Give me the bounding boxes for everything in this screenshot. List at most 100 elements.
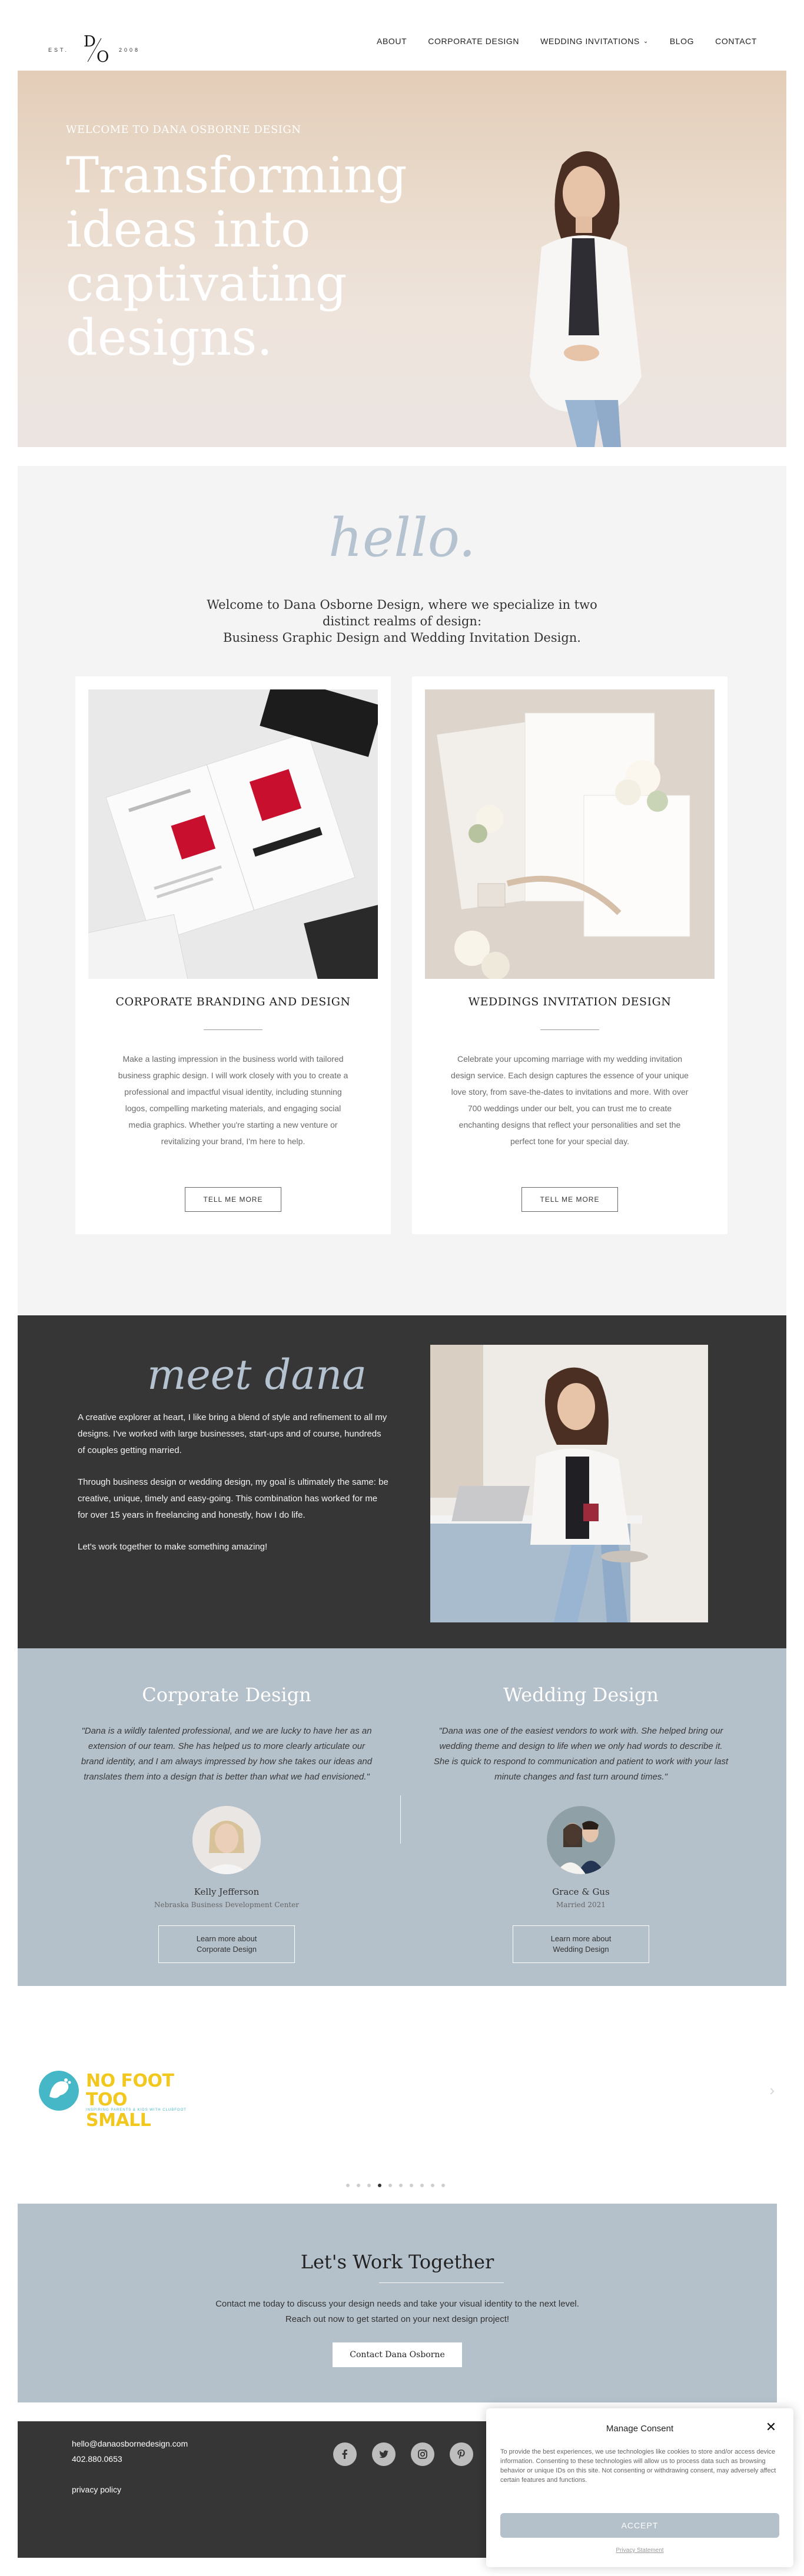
twitter-icon[interactable] xyxy=(372,2442,396,2466)
logo-year: 2008 xyxy=(119,47,141,53)
slider-dot[interactable] xyxy=(399,2184,403,2187)
testimonial-wedding: Wedding Design "Dana was one of the easi… xyxy=(431,1684,731,1963)
meet-dana-paragraph: Through business design or wedding desig… xyxy=(78,1477,388,1520)
cta-divider xyxy=(379,2282,504,2283)
close-icon[interactable]: ✕ xyxy=(764,2420,778,2434)
site-header: EST. D O 2008 ABOUT CORPORATE DESIGN WED… xyxy=(0,0,804,71)
learn-more-corporate-line-1: Learn more about xyxy=(196,1934,257,1943)
learn-more-corporate-line-2: Corporate Design xyxy=(197,1945,257,1954)
testimonial-name-wedding: Grace & Gus xyxy=(552,1887,610,1897)
logo-est: EST. xyxy=(48,47,69,53)
intro-lead: Welcome to Dana Osborne Design, where we… xyxy=(196,596,608,646)
service-card-wedding: WEDDINGS INVITATION DESIGN Celebrate you… xyxy=(412,677,727,1234)
nav-about[interactable]: ABOUT xyxy=(377,36,407,46)
testimonial-divider xyxy=(400,1795,401,1844)
cookie-consent-dialog: Manage Consent ✕ To provide the best exp… xyxy=(486,2408,793,2567)
client-logo-no-foot-too-small[interactable]: NO FOOT TOO SMALL INSPIRING PARENTS & KI… xyxy=(39,2067,192,2131)
cta-text-1: Contact me today to discuss your design … xyxy=(215,2299,579,2309)
learn-more-wedding-button[interactable]: Learn more about Wedding Design xyxy=(513,1925,649,1963)
slider-dot[interactable] xyxy=(410,2184,413,2187)
cta-text-2: Reach out now to get started on your nex… xyxy=(285,2314,510,2324)
corporate-branding-image xyxy=(88,689,378,979)
slider-dot[interactable] xyxy=(346,2184,350,2187)
meet-dana-section: meet dana A creative explorer at heart, … xyxy=(18,1315,786,1648)
intro-lead-line-2: Business Graphic Design and Wedding Invi… xyxy=(223,631,581,645)
service-desc-corporate: Make a lasting impression in the busines… xyxy=(118,1054,348,1146)
wedding-invitation-image xyxy=(425,689,715,979)
slider-dots xyxy=(346,2184,445,2187)
slider-dot[interactable] xyxy=(388,2184,392,2187)
logo-monogram: D O xyxy=(84,33,113,68)
foot-logo-icon xyxy=(39,2071,79,2111)
learn-more-corporate-button[interactable]: Learn more about Corporate Design xyxy=(158,1925,295,1963)
meet-dana-text: A creative explorer at heart, I like bri… xyxy=(78,1409,390,1571)
testimonial-corporate: Corporate Design "Dana is a wildly talen… xyxy=(77,1684,377,1963)
service-desc-wedding: Celebrate your upcoming marriage with my… xyxy=(451,1054,689,1146)
logo-letter-o: O xyxy=(97,48,109,66)
slider-dot[interactable] xyxy=(431,2184,434,2187)
testimonial-heading-corporate: Corporate Design xyxy=(142,1684,311,1706)
cta-heading: Let's Work Together xyxy=(300,2251,494,2273)
nav-wedding-invitations-label: WEDDING INVITATIONS xyxy=(540,36,640,46)
site-logo[interactable]: EST. D O 2008 xyxy=(48,33,148,68)
hero-section: WELCOME TO DANA OSBORNE DESIGN Transform… xyxy=(18,71,786,447)
testimonial-role-corporate: Nebraska Business Development Center xyxy=(154,1901,299,1909)
chevron-down-icon: ⌄ xyxy=(643,38,649,45)
slider-dot[interactable] xyxy=(378,2184,381,2187)
testimonial-heading-wedding: Wedding Design xyxy=(503,1684,659,1706)
social-links xyxy=(333,2442,473,2466)
testimonial-quote-wedding: "Dana was one of the easiest vendors to … xyxy=(433,1726,729,1782)
client-logo-slider: NO FOOT TOO SMALL INSPIRING PARENTS & KI… xyxy=(18,1986,786,2204)
hello-heading: hello. xyxy=(328,507,476,569)
testimonial-role-wedding: Married 2021 xyxy=(556,1901,606,1909)
nav-corporate-design[interactable]: CORPORATE DESIGN xyxy=(428,36,519,46)
intro-section: hello. Welcome to Dana Osborne Design, w… xyxy=(18,466,786,1315)
testimonial-quote-corporate: "Dana is a wildly talented professional,… xyxy=(81,1726,373,1782)
accept-button[interactable]: ACCEPT xyxy=(500,2513,779,2538)
hero-portrait-image xyxy=(530,151,642,447)
service-title-corporate: CORPORATE BRANDING AND DESIGN xyxy=(115,995,351,1008)
service-card-corporate: CORPORATE BRANDING AND DESIGN Make a las… xyxy=(75,677,391,1234)
service-divider xyxy=(540,1029,599,1030)
service-divider xyxy=(204,1029,263,1030)
pinterest-icon[interactable] xyxy=(450,2442,473,2466)
meet-dana-paragraph: A creative explorer at heart, I like bri… xyxy=(78,1412,387,1455)
footer-email-link[interactable]: hello@danaosbornedesign.com xyxy=(72,2439,188,2448)
nav-contact[interactable]: CONTACT xyxy=(715,36,757,46)
slider-dot[interactable] xyxy=(357,2184,360,2187)
slider-dot[interactable] xyxy=(441,2184,445,2187)
intro-lead-line-1: Welcome to Dana Osborne Design, where we… xyxy=(207,598,597,628)
privacy-statement-link[interactable]: Privacy Statement xyxy=(486,2547,793,2554)
logo-letter-d: D xyxy=(84,33,96,51)
nav-contact-label: CONTACT xyxy=(715,36,757,46)
nav-about-label: ABOUT xyxy=(377,36,407,46)
testimonials-section: Corporate Design "Dana is a wildly talen… xyxy=(18,1648,786,1986)
nav-blog[interactable]: BLOG xyxy=(670,36,694,46)
nav-blog-label: BLOG xyxy=(669,36,695,46)
facebook-icon[interactable] xyxy=(333,2442,357,2466)
cta-section: Let's Work Together Contact me today to … xyxy=(18,2204,777,2402)
meet-dana-paragraph: Let's work together to make something am… xyxy=(78,1542,268,1552)
footer-phone-link[interactable]: 402.880.0653 xyxy=(72,2454,122,2464)
main-nav: ABOUT CORPORATE DESIGN WEDDING INVITATIO… xyxy=(377,36,757,46)
avatar xyxy=(192,1806,261,1874)
tell-me-more-wedding-button[interactable]: TELL ME MORE xyxy=(521,1187,618,1212)
slider-next-arrow-icon[interactable]: › xyxy=(769,2081,775,2100)
dana-portrait-image xyxy=(430,1345,708,1622)
tell-me-more-corporate-button[interactable]: TELL ME MORE xyxy=(185,1187,281,1212)
learn-more-wedding-line-2: Wedding Design xyxy=(553,1945,609,1954)
contact-button[interactable]: Contact Dana Osborne xyxy=(333,2342,462,2367)
service-title-wedding: WEDDINGS INVITATION DESIGN xyxy=(468,995,672,1008)
slider-dot[interactable] xyxy=(367,2184,371,2187)
hero-eyebrow: WELCOME TO DANA OSBORNE DESIGN xyxy=(66,124,301,136)
client-logo-line-1: NO FOOT xyxy=(86,2071,174,2091)
instagram-icon[interactable] xyxy=(411,2442,434,2466)
meet-dana-heading: meet dana xyxy=(147,1351,367,1399)
consent-text: To provide the best experiences, we use … xyxy=(500,2448,776,2484)
hero-headline: Transforming ideas into captivating desi… xyxy=(66,146,407,366)
nav-wedding-invitations[interactable]: WEDDING INVITATIONS ⌄ xyxy=(540,36,649,46)
testimonial-name-corporate: Kelly Jefferson xyxy=(194,1887,260,1897)
learn-more-wedding-line-1: Learn more about xyxy=(550,1934,612,1943)
slider-dot[interactable] xyxy=(420,2184,424,2187)
privacy-policy-link[interactable]: privacy policy xyxy=(72,2485,121,2494)
